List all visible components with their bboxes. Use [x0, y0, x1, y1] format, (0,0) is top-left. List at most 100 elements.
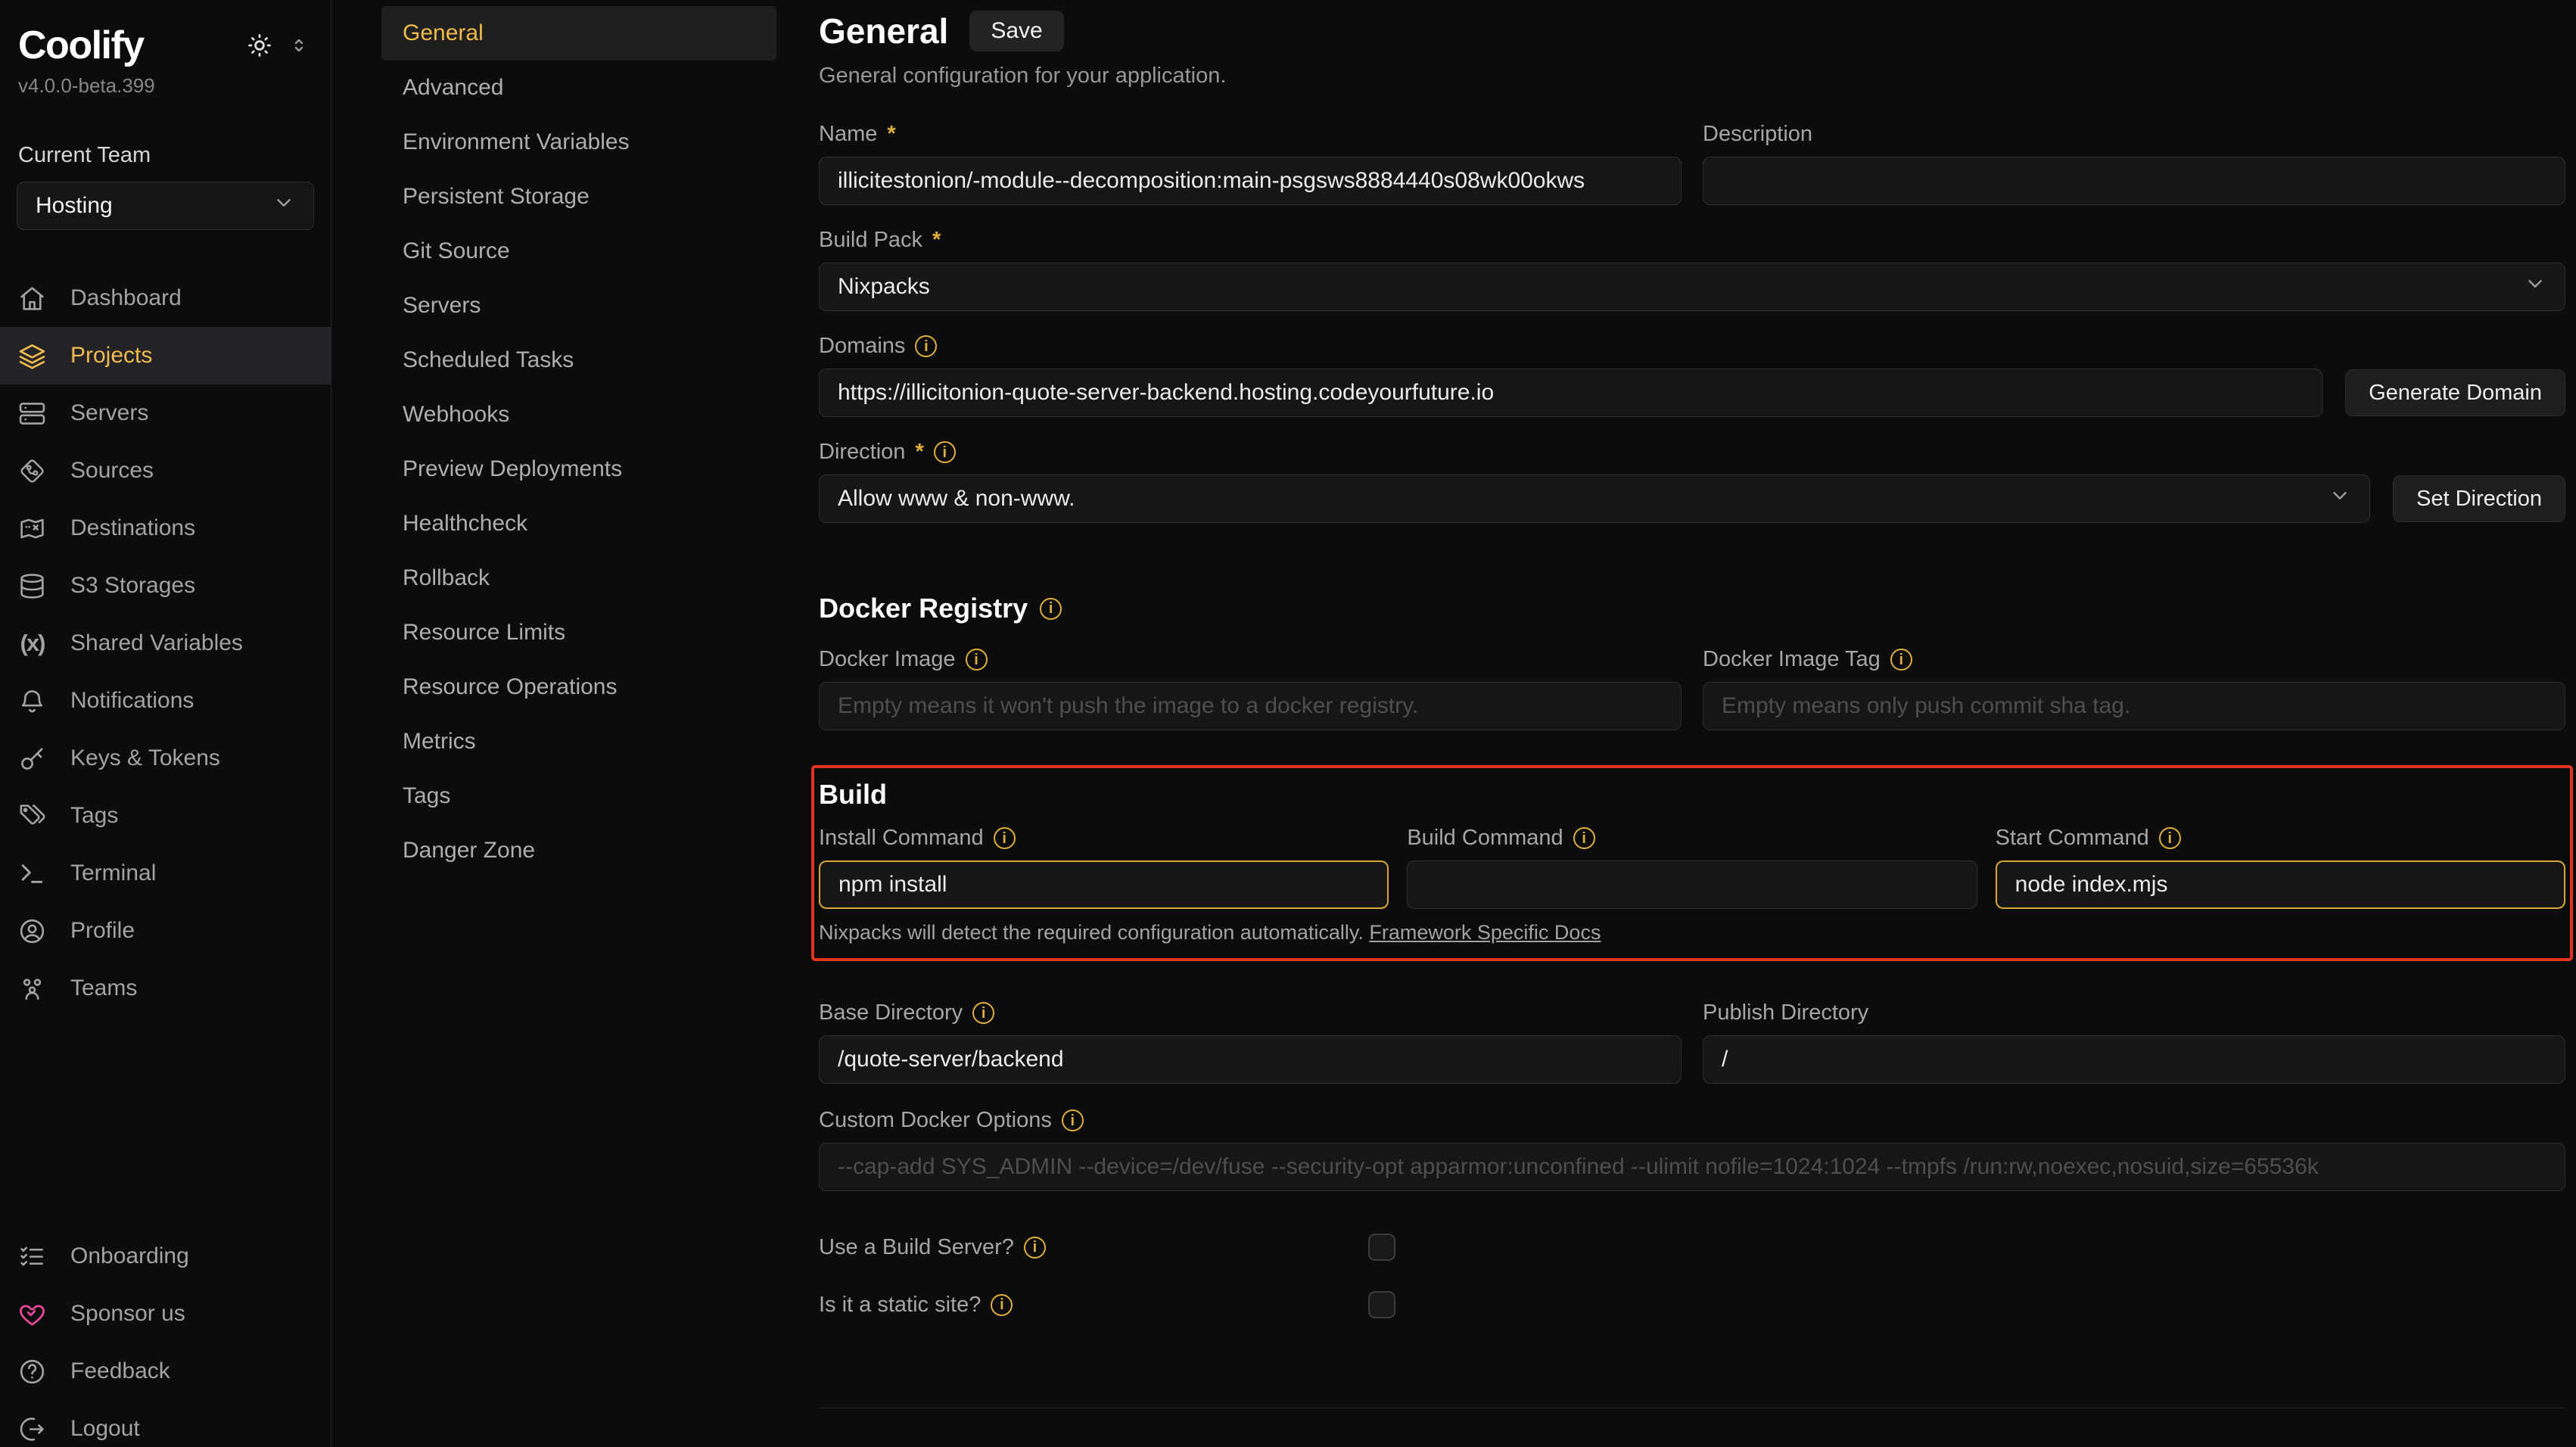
- info-icon: i: [991, 1294, 1013, 1316]
- build-pack-select[interactable]: Nixpacks: [819, 263, 2565, 311]
- sidebar-item-servers[interactable]: Servers: [0, 384, 331, 442]
- info-icon: i: [1040, 598, 1062, 620]
- docker-image-tag-input[interactable]: [1703, 682, 2565, 730]
- bell-icon: [18, 687, 46, 715]
- build-command-field: Build Commandi: [1407, 826, 1977, 909]
- build-heading: Build: [819, 779, 2565, 811]
- build-section-annotation-box: Build Install Commandi Build Commandi St…: [811, 765, 2573, 961]
- build-server-checkbox[interactable]: [1368, 1234, 1395, 1261]
- nixpacks-note: Nixpacks will detect the required config…: [819, 921, 2565, 944]
- set-direction-button[interactable]: Set Direction: [2393, 475, 2565, 522]
- info-icon: i: [2159, 827, 2181, 849]
- sidebar-item-shared-variables[interactable]: (x) Shared Variables: [0, 615, 331, 672]
- sidebar-item-dashboard[interactable]: Dashboard: [0, 269, 331, 327]
- sidebar-item-sponsor[interactable]: Sponsor us: [0, 1285, 331, 1343]
- required-asterisk: *: [887, 122, 895, 147]
- build-pack-field: Build Pack* Nixpacks: [819, 228, 2565, 311]
- subnav-item-tags[interactable]: Tags: [381, 769, 776, 823]
- base-directory-input[interactable]: [819, 1035, 1682, 1084]
- subnav-item-webhooks[interactable]: Webhooks: [381, 387, 776, 442]
- subnav-item-resource-operations[interactable]: Resource Operations: [381, 660, 776, 714]
- coolify-app: Coolify v4.0.0-beta.399 Current Team Hos…: [0, 0, 2576, 1447]
- sidebar-item-sources[interactable]: Sources: [0, 442, 331, 499]
- build-command-input[interactable]: [1407, 860, 1977, 909]
- sidebar-item-destinations[interactable]: Destinations: [0, 499, 331, 557]
- users-icon: [18, 975, 46, 1003]
- name-input[interactable]: [819, 157, 1682, 205]
- build-server-toggle-row: Use a Build Server?i: [819, 1234, 2565, 1261]
- key-icon: [18, 745, 46, 773]
- generate-domain-button[interactable]: Generate Domain: [2345, 369, 2565, 416]
- chevrons-up-down-icon[interactable]: [288, 35, 310, 56]
- publish-directory-input[interactable]: [1703, 1035, 2565, 1084]
- sidebar-item-tags[interactable]: Tags: [0, 787, 331, 845]
- save-button[interactable]: Save: [969, 11, 1063, 51]
- sidebar-item-s3-storages[interactable]: S3 Storages: [0, 557, 331, 615]
- page-title: General: [819, 12, 948, 51]
- custom-docker-options-input[interactable]: [819, 1143, 2565, 1191]
- heart-handshake-icon: [18, 1300, 46, 1328]
- home-icon: [18, 285, 46, 313]
- map-icon: [18, 515, 46, 543]
- git-source-icon: [18, 457, 46, 485]
- sidebar-item-profile[interactable]: Profile: [0, 902, 331, 960]
- description-field: Description: [1703, 122, 2565, 205]
- sidebar-menu: Dashboard Projects Servers Sources Desti…: [0, 269, 331, 1017]
- app-version: v4.0.0-beta.399: [0, 65, 331, 98]
- sidebar-item-keys-tokens[interactable]: Keys & Tokens: [0, 730, 331, 787]
- chevron-down-icon: [2329, 484, 2351, 513]
- sidebar-item-onboarding[interactable]: Onboarding: [0, 1228, 331, 1285]
- docker-image-field: Docker Imagei: [819, 647, 1682, 730]
- info-icon: i: [1062, 1109, 1084, 1131]
- subnav-item-metrics[interactable]: Metrics: [381, 714, 776, 769]
- start-command-input[interactable]: [1996, 860, 2565, 909]
- base-directory-field: Base Directoryi: [819, 1000, 1682, 1084]
- docker-registry-heading: Docker Registryi: [819, 593, 2565, 624]
- sidebar: Coolify v4.0.0-beta.399 Current Team Hos…: [0, 0, 331, 1447]
- info-icon: i: [915, 335, 937, 357]
- subnav-item-general[interactable]: General: [381, 6, 776, 61]
- subnav-item-healthcheck[interactable]: Healthcheck: [381, 496, 776, 551]
- logout-icon: [18, 1415, 46, 1443]
- app-logo: Coolify: [18, 26, 144, 65]
- subnav-item-preview-deployments[interactable]: Preview Deployments: [381, 442, 776, 496]
- docker-image-input[interactable]: [819, 682, 1682, 730]
- page-subtitle: General configuration for your applicati…: [819, 64, 2565, 89]
- direction-select[interactable]: Allow www & non-www.: [819, 475, 2370, 523]
- info-icon: i: [1890, 649, 1912, 671]
- subnav-item-git-source[interactable]: Git Source: [381, 224, 776, 279]
- sidebar-item-feedback[interactable]: Feedback: [0, 1343, 331, 1400]
- sidebar-item-notifications[interactable]: Notifications: [0, 672, 331, 730]
- framework-docs-link[interactable]: Framework Specific Docs: [1369, 921, 1601, 944]
- sidebar-footer: Onboarding Sponsor us Feedback Logout: [0, 1228, 331, 1447]
- required-asterisk: *: [932, 228, 941, 253]
- settings-subnav: General Advanced Environment Variables P…: [381, 0, 776, 1447]
- tags-icon: [18, 802, 46, 830]
- theme-toggle-sun-icon[interactable]: [246, 32, 273, 59]
- database-icon: [18, 572, 46, 600]
- subnav-item-servers[interactable]: Servers: [381, 279, 776, 333]
- subnav-item-rollback[interactable]: Rollback: [381, 551, 776, 605]
- subnav-item-environment-variables[interactable]: Environment Variables: [381, 115, 776, 170]
- main-content: General Save General configuration for y…: [776, 0, 2576, 1447]
- sidebar-item-teams[interactable]: Teams: [0, 960, 331, 1017]
- subnav-item-resource-limits[interactable]: Resource Limits: [381, 605, 776, 660]
- name-field: Name*: [819, 122, 1682, 205]
- static-site-checkbox[interactable]: [1368, 1291, 1395, 1318]
- docker-image-tag-field: Docker Image Tagi: [1703, 647, 2565, 730]
- server-icon: [18, 400, 46, 428]
- checklist-icon: [18, 1243, 46, 1271]
- subnav-item-advanced[interactable]: Advanced: [381, 61, 776, 115]
- sidebar-item-logout[interactable]: Logout: [0, 1400, 331, 1447]
- team-select[interactable]: Hosting: [17, 182, 314, 230]
- description-input[interactable]: [1703, 157, 2565, 205]
- domains-input[interactable]: [819, 369, 2322, 417]
- sidebar-item-terminal[interactable]: Terminal: [0, 845, 331, 902]
- custom-docker-options-field: Custom Docker Optionsi: [819, 1108, 2565, 1191]
- subnav-item-danger-zone[interactable]: Danger Zone: [381, 823, 776, 878]
- direction-field: Direction*i Allow www & non-www. Set Dir…: [819, 440, 2565, 523]
- subnav-item-persistent-storage[interactable]: Persistent Storage: [381, 170, 776, 224]
- sidebar-item-projects[interactable]: Projects: [0, 327, 331, 384]
- subnav-item-scheduled-tasks[interactable]: Scheduled Tasks: [381, 333, 776, 387]
- install-command-input[interactable]: [819, 860, 1389, 909]
